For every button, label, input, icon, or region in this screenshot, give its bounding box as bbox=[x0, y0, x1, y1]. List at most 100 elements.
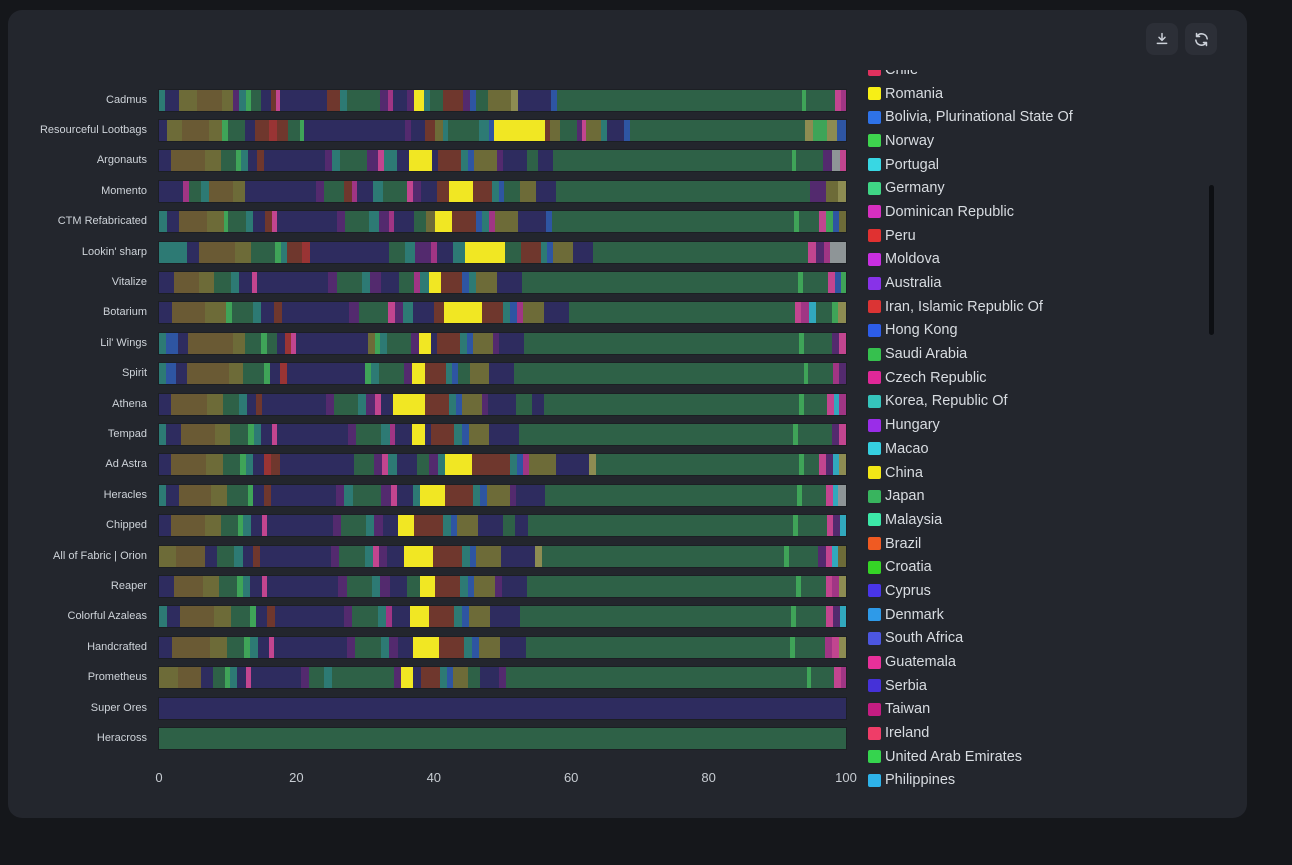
bar-segment[interactable] bbox=[207, 211, 223, 232]
bar-segment[interactable] bbox=[796, 606, 826, 627]
bar-segment[interactable] bbox=[401, 667, 413, 688]
bar-segment[interactable] bbox=[421, 667, 440, 688]
bar-segment[interactable] bbox=[379, 363, 404, 384]
bar-segment[interactable] bbox=[433, 546, 462, 567]
legend-item[interactable]: Serbia bbox=[868, 674, 1208, 698]
bar-segment[interactable] bbox=[222, 90, 233, 111]
legend-item[interactable]: Croatia bbox=[868, 555, 1208, 579]
bar-segment[interactable] bbox=[405, 242, 415, 263]
bar-segment[interactable] bbox=[801, 576, 826, 597]
bar-segment[interactable] bbox=[324, 667, 332, 688]
bar-segment[interactable] bbox=[355, 637, 381, 658]
bar-segment[interactable] bbox=[159, 485, 166, 506]
bar-segment[interactable] bbox=[372, 576, 380, 597]
bar-segment[interactable] bbox=[344, 606, 353, 627]
stacked-bar-row[interactable] bbox=[159, 424, 846, 445]
bar-segment[interactable] bbox=[159, 242, 187, 263]
bar-segment[interactable] bbox=[359, 302, 388, 323]
bar-segment[interactable] bbox=[808, 242, 815, 263]
bar-segment[interactable] bbox=[250, 576, 262, 597]
bar-segment[interactable] bbox=[489, 363, 514, 384]
bar-segment[interactable] bbox=[233, 333, 245, 354]
bar-segment[interactable] bbox=[379, 546, 387, 567]
bar-segment[interactable] bbox=[171, 454, 206, 475]
bar-segment[interactable] bbox=[215, 424, 230, 445]
stacked-bar-row[interactable] bbox=[159, 454, 846, 475]
bar-segment[interactable] bbox=[419, 333, 431, 354]
bar-segment[interactable] bbox=[262, 394, 326, 415]
legend-item[interactable]: Saudi Arabia bbox=[868, 342, 1208, 366]
bar-segment[interactable] bbox=[819, 454, 826, 475]
bar-segment[interactable] bbox=[461, 150, 468, 171]
bar-segment[interactable] bbox=[235, 242, 251, 263]
bar-segment[interactable] bbox=[468, 576, 475, 597]
bar-segment[interactable] bbox=[511, 90, 518, 111]
bar-segment[interactable] bbox=[167, 211, 179, 232]
bar-segment[interactable] bbox=[497, 272, 522, 293]
bar-segment[interactable] bbox=[387, 546, 404, 567]
bar-segment[interactable] bbox=[358, 394, 366, 415]
bar-segment[interactable] bbox=[528, 515, 793, 536]
bar-segment[interactable] bbox=[510, 302, 517, 323]
bar-segment[interactable] bbox=[159, 150, 171, 171]
bar-segment[interactable] bbox=[810, 181, 826, 202]
bar-segment[interactable] bbox=[251, 515, 262, 536]
bar-segment[interactable] bbox=[470, 363, 488, 384]
bar-segment[interactable] bbox=[328, 272, 336, 293]
bar-segment[interactable] bbox=[270, 363, 280, 384]
stacked-bar-row[interactable] bbox=[159, 515, 846, 536]
bar-segment[interactable] bbox=[462, 424, 469, 445]
bar-segment[interactable] bbox=[260, 546, 331, 567]
bar-segment[interactable] bbox=[199, 272, 214, 293]
bar-segment[interactable] bbox=[380, 576, 390, 597]
bar-segment[interactable] bbox=[414, 515, 443, 536]
legend-item[interactable]: Ireland bbox=[868, 721, 1208, 745]
bar-segment[interactable] bbox=[411, 120, 424, 141]
bar-segment[interactable] bbox=[178, 333, 188, 354]
bar-segment[interactable] bbox=[420, 485, 444, 506]
bar-segment[interactable] bbox=[412, 363, 424, 384]
bar-segment[interactable] bbox=[221, 515, 238, 536]
bar-segment[interactable] bbox=[159, 181, 183, 202]
bar-segment[interactable] bbox=[366, 394, 376, 415]
bar-segment[interactable] bbox=[440, 667, 447, 688]
bar-segment[interactable] bbox=[420, 272, 428, 293]
bar-segment[interactable] bbox=[167, 606, 180, 627]
legend-item[interactable]: Peru bbox=[868, 224, 1208, 248]
bar-segment[interactable] bbox=[223, 454, 240, 475]
bar-segment[interactable] bbox=[476, 546, 501, 567]
bar-segment[interactable] bbox=[201, 181, 209, 202]
bar-segment[interactable] bbox=[384, 150, 398, 171]
bar-segment[interactable] bbox=[550, 120, 560, 141]
bar-segment[interactable] bbox=[805, 120, 813, 141]
bar-segment[interactable] bbox=[811, 667, 834, 688]
bar-segment[interactable] bbox=[159, 424, 166, 445]
bar-segment[interactable] bbox=[389, 637, 398, 658]
bar-segment[interactable] bbox=[429, 272, 442, 293]
bar-segment[interactable] bbox=[826, 181, 838, 202]
legend-item[interactable]: Malaysia bbox=[868, 508, 1208, 532]
bar-segment[interactable] bbox=[239, 394, 247, 415]
bar-segment[interactable] bbox=[227, 485, 247, 506]
legend-item[interactable]: Norway bbox=[868, 129, 1208, 153]
bar-segment[interactable] bbox=[833, 606, 840, 627]
bar-segment[interactable] bbox=[277, 120, 287, 141]
bar-segment[interactable] bbox=[795, 302, 802, 323]
bar-segment[interactable] bbox=[369, 211, 379, 232]
bar-segment[interactable] bbox=[453, 242, 465, 263]
bar-segment[interactable] bbox=[172, 302, 205, 323]
bar-segment[interactable] bbox=[516, 485, 544, 506]
bar-segment[interactable] bbox=[482, 211, 489, 232]
legend-item[interactable]: Korea, Republic Of bbox=[868, 390, 1208, 414]
bar-segment[interactable] bbox=[404, 363, 412, 384]
bar-segment[interactable] bbox=[188, 333, 233, 354]
bar-segment[interactable] bbox=[174, 576, 203, 597]
bar-segment[interactable] bbox=[159, 728, 846, 749]
bar-segment[interactable] bbox=[538, 150, 553, 171]
bar-segment[interactable] bbox=[180, 606, 214, 627]
bar-segment[interactable] bbox=[789, 546, 818, 567]
bar-segment[interactable] bbox=[414, 90, 424, 111]
bar-segment[interactable] bbox=[253, 211, 264, 232]
download-button[interactable] bbox=[1146, 23, 1178, 55]
bar-segment[interactable] bbox=[462, 394, 482, 415]
